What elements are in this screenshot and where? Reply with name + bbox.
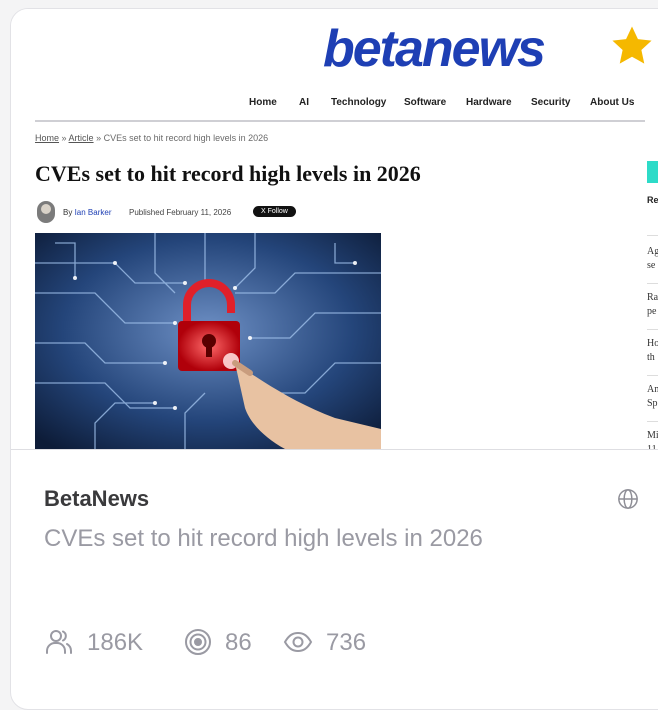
nav-item-ai: AI: [299, 97, 309, 108]
nav-item-technology: Technology: [331, 97, 387, 108]
byline-by: By: [63, 208, 73, 217]
page-preview-screenshot: betanews Home AI Technology Software Har…: [11, 9, 658, 449]
sidebar-item: Agse: [647, 246, 658, 271]
sidebar-peek: Re Agse Rape Hoth AnSp Mi11: [647, 161, 658, 449]
article-headline: CVEs set to hit record high levels in 20…: [35, 161, 421, 186]
publish-date: Published February 11, 2026: [129, 208, 232, 217]
link-preview-card[interactable]: betanews Home AI Technology Software Har…: [10, 8, 658, 710]
breadcrumb-current: CVEs set to hit record high levels in 20…: [103, 133, 269, 143]
nav-item-security: Security: [531, 97, 571, 108]
nav-item-about: About Us: [590, 97, 635, 108]
nav-item-home: Home: [249, 97, 277, 108]
site-logo: betanews: [323, 20, 546, 78]
site-nav: Home AI Technology Software Hardware Sec…: [11, 97, 651, 117]
eye-icon: [283, 631, 313, 653]
breadcrumb: Home » Article » CVEs set to hit record …: [35, 133, 269, 143]
users-icon: [46, 630, 73, 654]
breadcrumb-article: Article: [68, 133, 94, 143]
x-follow-button: X Follow: [253, 206, 296, 217]
sidebar-title: Re: [647, 195, 658, 205]
sidebar-item: Ra pe: [647, 292, 658, 317]
card-title[interactable]: CVEs set to hit record high levels in 20…: [44, 525, 483, 553]
followers-count: 186K: [87, 629, 144, 656]
sidebar-item: Hoth: [647, 338, 658, 363]
author-avatar: [37, 201, 55, 223]
card-divider: [11, 449, 658, 450]
nav-item-hardware: Hardware: [466, 97, 512, 108]
author-name: Ian Barker: [74, 208, 112, 217]
targets-count: 86: [225, 629, 252, 656]
views-count: 736: [326, 629, 367, 656]
breadcrumb-home: Home: [35, 133, 60, 143]
sidebar-banner: [647, 161, 658, 183]
hero-image: [35, 233, 381, 449]
star-icon[interactable]: [609, 23, 655, 69]
nav-divider: [35, 120, 645, 122]
nav-item-software: Software: [404, 97, 447, 108]
sidebar-item: AnSp: [647, 384, 658, 409]
globe-icon[interactable]: [617, 488, 639, 510]
target-icon: [185, 629, 211, 655]
sidebar-item: Mi11: [647, 430, 658, 449]
source-name[interactable]: BetaNews: [44, 486, 149, 512]
